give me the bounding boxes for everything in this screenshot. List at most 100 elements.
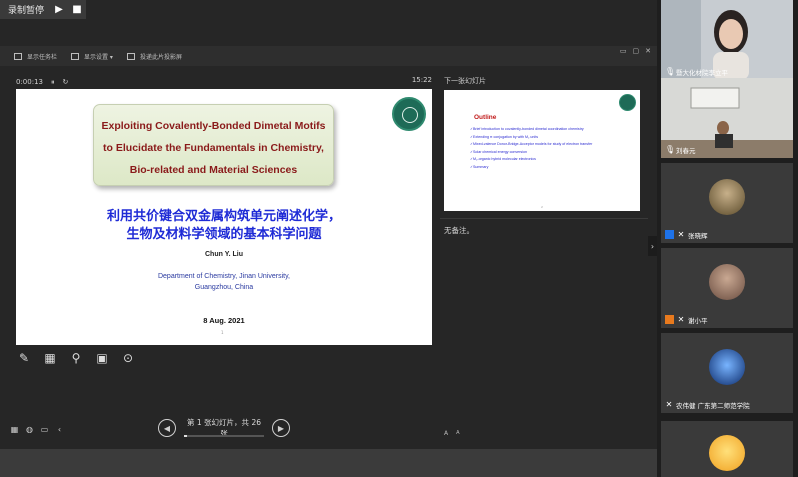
participant-avatar [709, 264, 745, 300]
microphone-icon: 🎙 [665, 66, 676, 76]
slides-grid-icon[interactable]: ▦ [42, 350, 58, 366]
outline-item: Summary [470, 164, 592, 172]
timer-row: 0:00:13 ⏸ ↻ 15:22 [16, 76, 432, 88]
slide-progress-bar [184, 435, 264, 437]
slide-cn-title-line: 利用共价键合双金属构筑单元阐述化学， [106, 209, 341, 224]
project-slide-button[interactable]: 投递此片投影屏 [126, 52, 182, 61]
outline-item: M₂-organic hybrid molecular electronics [470, 156, 592, 164]
slide-author: Chun Y. Liu [205, 251, 243, 258]
minimize-icon[interactable]: ▭ [620, 47, 627, 55]
next-slide-label: 下一张幻灯片 [444, 77, 486, 85]
participant-name: 暨大化材院李立平 [676, 68, 728, 77]
display-settings-label: 显示设置 ▾ [84, 53, 113, 61]
participant-name: 刘春元 [676, 146, 696, 155]
participant-tile[interactable] [661, 421, 793, 477]
projector-icon [126, 52, 135, 60]
participant-caption: 🎙 刘春元 [665, 144, 696, 155]
participant-tile[interactable]: 🎙 刘春元 [661, 78, 793, 158]
microphone-muted-icon: ✕ [665, 399, 673, 409]
slide-affiliation: Department of Chemistry, Jinan Universit… [157, 273, 290, 280]
user-badge-icon [665, 230, 674, 239]
participant-caption: 🎙 暨大化材院李立平 [665, 66, 728, 77]
participant-tile[interactable]: 🎙 暨大化材院李立平 [661, 0, 793, 80]
participant-name: 谢小平 [688, 316, 708, 325]
pause-icon[interactable]: ⏸ [51, 78, 55, 87]
slide-affiliation: Guangzhou, China [194, 284, 254, 291]
notes-font-controls: A A [444, 430, 460, 437]
notes-text: 无备注。 [444, 226, 474, 235]
participant-name: 张晓辉 [688, 231, 708, 240]
participant-caption: ✕ 谢小平 [665, 314, 708, 325]
participant-tile[interactable]: ✕ 农伟健 广东第二师范学院 [661, 333, 793, 413]
prev-slide-button[interactable]: ◀ [158, 419, 176, 437]
more-icon[interactable]: ⊙ [120, 350, 136, 366]
show-taskbar-label: 显示任务栏 [27, 53, 58, 61]
pen-icon[interactable]: ✎ [16, 350, 32, 366]
participant-caption: ✕ 张晓辉 [665, 229, 708, 240]
notes-panel[interactable] [440, 218, 648, 443]
participant-tile[interactable]: ✕ 张晓辉 [661, 163, 793, 243]
pen-tools: ✎ ▦ ⚲ ▣ ⊙ [16, 350, 136, 366]
slide-title-line: to Elucidate the Fundamentals in Chemist… [103, 142, 324, 154]
app-root: 录制暂停 ▶ ■ 显示任务栏 显示设置 ▾ 投递此片投影屏 ▭ ▢ ✕ 0:00… [0, 0, 798, 477]
display-settings-button[interactable]: 显示设置 ▾ [71, 52, 113, 61]
slide-number: 1 [221, 330, 224, 335]
outline-item: Brief introduction to covalently-bonded … [470, 126, 592, 134]
outline-item: Extending π conjugation by with M₂ units [470, 134, 592, 142]
slide-progress-fill [184, 435, 188, 437]
slide-title-line: Bio-related and Material Sciences [129, 164, 298, 176]
collapse-panel-button[interactable]: › [648, 236, 657, 256]
elapsed-timer: 0:00:13 [16, 78, 43, 86]
outline-title: Outline [474, 114, 497, 121]
subtitle-icon[interactable]: ◍ [25, 425, 34, 434]
slide-title-box: Exploiting Covalently-Bonded Dimetal Mot… [93, 104, 334, 186]
participant-avatar [709, 349, 745, 385]
outline-item: Mixed-valence Donor-Bridge-Acceptor mode… [470, 141, 592, 149]
clock: 15:22 [411, 76, 432, 84]
university-seal-icon [392, 97, 426, 131]
next-slide-preview[interactable]: Outline Brief introduction to covalently… [444, 90, 640, 211]
window-controls: ▭ ▢ ✕ [620, 46, 651, 56]
font-larger-button[interactable]: A [444, 430, 448, 437]
participant-avatar [709, 179, 745, 215]
participant-tile[interactable]: ✕ 谢小平 [661, 248, 793, 328]
presenter-toolbar: 显示任务栏 显示设置 ▾ 投递此片投影屏 [0, 46, 657, 66]
next-slide-number: 2 [541, 205, 543, 209]
maximize-icon[interactable]: ▢ [633, 47, 640, 55]
participant-caption: ✕ 农伟健 广东第二师范学院 [665, 399, 750, 410]
slide-navigation: ◀ 第 1 张幻灯片，共 26 张 ▶ [158, 418, 290, 438]
collapse-left-icon[interactable]: ‹ [55, 425, 64, 434]
play-icon[interactable]: ▶ [50, 0, 68, 19]
taskbar-icon [14, 52, 22, 60]
presenter-view: 录制暂停 ▶ ■ 显示任务栏 显示设置 ▾ 投递此片投影屏 ▭ ▢ ✕ 0:00… [0, 0, 657, 477]
microphone-muted-icon: ✕ [677, 314, 685, 324]
zoom-icon[interactable]: ⚲ [68, 350, 84, 366]
display-icon [71, 52, 80, 60]
microphone-muted-icon: ✕ [677, 229, 685, 239]
bottom-left-icons: ▦ ◍ ▭ ‹ [10, 425, 64, 434]
slide-date: 8 Aug. 2021 [203, 316, 245, 325]
recording-bar: 录制暂停 ▶ ■ [0, 0, 87, 19]
reset-timer-icon[interactable]: ↻ [63, 78, 69, 86]
slide-title-line: Exploiting Covalently-Bonded Dimetal Mot… [101, 120, 326, 132]
close-icon[interactable]: ✕ [645, 47, 651, 55]
participants-panel: 🎙 暨大化材院李立平 🎙 刘春元 ✕ 张晓辉 ✕ 谢小平 ✕ 农伟健 广东第二师… [657, 0, 798, 477]
outline-list: Brief introduction to covalently-bonded … [470, 126, 592, 172]
university-seal-icon [619, 94, 636, 111]
next-slide-button[interactable]: ▶ [272, 419, 290, 437]
screen-icon[interactable]: ▣ [94, 350, 110, 366]
stop-icon[interactable]: ■ [68, 0, 86, 19]
outline-item: Solar chemical energy conversion [470, 149, 592, 157]
font-smaller-button[interactable]: A [456, 430, 459, 437]
slide-cn-title-line: 生物及材料学领域的基本科学问题 [126, 227, 322, 242]
user-badge-icon [665, 315, 674, 324]
participant-avatar [709, 435, 745, 471]
show-taskbar-button[interactable]: 显示任务栏 [14, 52, 57, 61]
screen-icon[interactable]: ▭ [40, 425, 49, 434]
grid-icon[interactable]: ▦ [10, 425, 19, 434]
bottom-strip [0, 449, 657, 477]
project-slide-label: 投递此片投影屏 [139, 53, 182, 61]
current-slide: Exploiting Covalently-Bonded Dimetal Mot… [16, 89, 432, 345]
microphone-icon: 🎙 [665, 144, 676, 154]
participant-name: 农伟健 广东第二师范学院 [676, 401, 750, 410]
